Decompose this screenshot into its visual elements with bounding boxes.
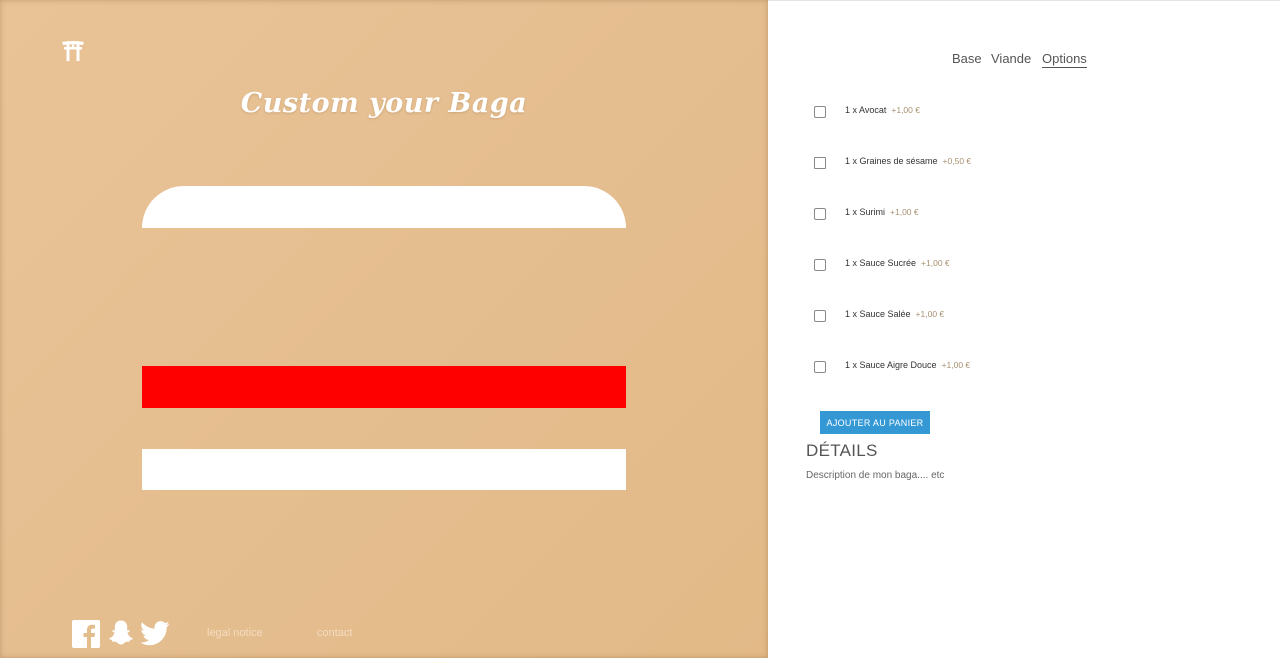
option-label: 1 x Sauce Salée — [845, 309, 911, 319]
twitter-icon[interactable] — [141, 621, 170, 646]
filling-layer — [142, 366, 626, 408]
details-description: Description de mon baga.... etc — [806, 470, 945, 481]
facebook-icon[interactable] — [72, 620, 100, 648]
option-checkbox[interactable] — [814, 361, 826, 373]
option-price: +1,00 € — [921, 258, 950, 268]
option-checkbox[interactable] — [814, 208, 826, 220]
page-title: Custom your Baga — [240, 88, 528, 119]
option-price: +0,50 € — [942, 156, 972, 166]
option-checkbox[interactable] — [814, 310, 826, 322]
option-label: 1 x Sauce Sucrée — [845, 258, 917, 268]
option-checkbox[interactable] — [814, 106, 826, 118]
contact-link[interactable]: contact — [317, 627, 352, 639]
option-label: 1 x Sauce Aigre Douce — [845, 360, 937, 370]
tab-options[interactable]: Options — [1042, 51, 1087, 68]
option-checkbox[interactable] — [814, 259, 826, 271]
option-price: +1,00 € — [941, 360, 971, 370]
snapchat-icon[interactable] — [107, 619, 135, 647]
tab-viande[interactable]: Viande — [991, 51, 1031, 67]
option-price: +1,00 € — [891, 105, 920, 115]
add-to-cart-button[interactable]: AJOUTER AU PANIER — [820, 411, 930, 434]
customization-panel: Base Viande Options 1 x Avocat +1,00 € 1 … — [768, 0, 1280, 658]
option-label: 1 x Graines de sésame — [845, 156, 938, 166]
legal-notice-link[interactable]: legal notice — [207, 627, 263, 639]
tab-base[interactable]: Base — [952, 51, 982, 67]
option-price: +1,00 € — [890, 207, 919, 217]
details-heading: DÉTAILS — [806, 441, 878, 460]
option-label: 1 x Surimi — [845, 207, 886, 217]
option-checkbox[interactable] — [814, 157, 826, 169]
option-price: +1,00 € — [915, 309, 945, 319]
tab-bar: Base Viande Options — [768, 51, 1280, 71]
bun-bottom-layer — [142, 449, 626, 490]
bun-top-layer — [142, 186, 626, 228]
torii-logo-icon[interactable] — [61, 40, 85, 62]
option-label: 1 x Avocat — [845, 105, 887, 115]
preview-panel: Custom your Baga legal notice contact — [0, 0, 768, 658]
